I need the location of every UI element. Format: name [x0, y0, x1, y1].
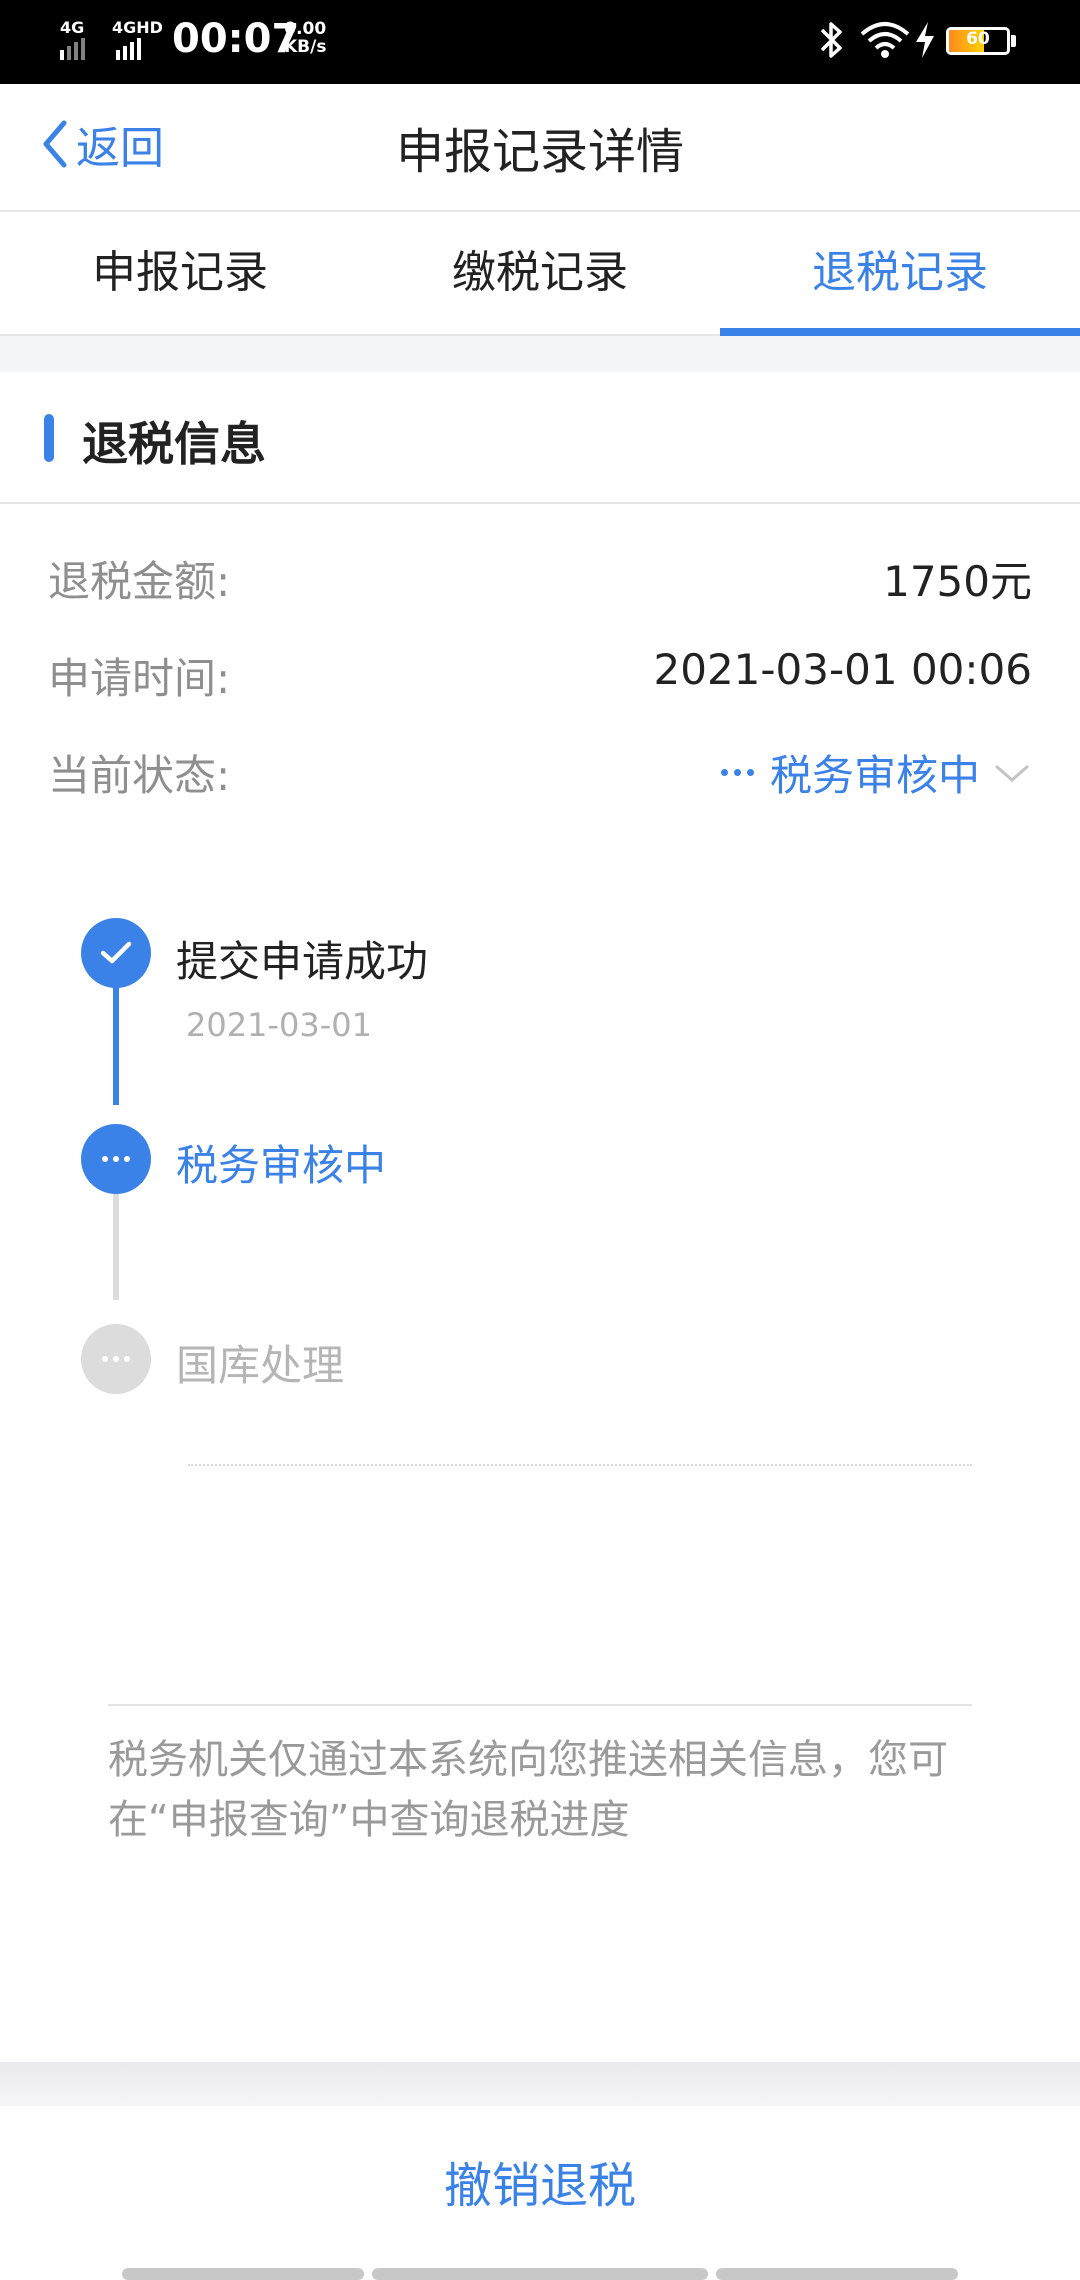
step-current-icon: [81, 1124, 151, 1194]
network-speed-unit: KB/s: [284, 37, 327, 57]
tab-tax-payment-records[interactable]: 缴税记录: [360, 212, 720, 334]
bottom-action-bar: 撤销退税: [0, 2106, 1080, 2280]
section-accent-bar: [44, 414, 54, 462]
step-1-date: 2021-03-01: [186, 1006, 372, 1044]
current-status-toggle[interactable]: 税务审核中: [720, 742, 1032, 803]
signal-bars-2-icon: [116, 38, 144, 60]
bottom-separator: [0, 2062, 1080, 2106]
battery-level: 60: [966, 29, 990, 49]
section-spacer: [0, 336, 1080, 372]
signal-label-1: 4G: [60, 18, 85, 37]
section-title: 退税信息: [82, 417, 266, 471]
refund-progress-timeline: 提交申请成功 2021-03-01 税务审核中 国库处理: [0, 900, 1080, 1460]
battery-cap: [1011, 35, 1016, 47]
chevron-down-icon: [995, 764, 1029, 782]
charging-icon: [916, 22, 934, 58]
status-bar: 4G 4GHD 00:07 0.00 KB/s 60: [0, 0, 1080, 84]
pending-dots-icon: [102, 1356, 130, 1362]
cancel-refund-button[interactable]: 撤销退税: [0, 2106, 1080, 2266]
step-done-icon: [81, 918, 151, 988]
current-status-label: 当前状态:: [48, 751, 231, 800]
wifi-icon: [860, 22, 910, 58]
section-header: 退税信息: [0, 372, 1080, 504]
step-3-title: 国库处理: [176, 1341, 345, 1390]
network-speed: 0.00 KB/s: [284, 20, 326, 56]
check-icon: [100, 941, 132, 964]
step-2-title: 税务审核中: [176, 1141, 387, 1190]
tab-bar: 申报记录 缴税记录 退税记录: [0, 212, 1080, 336]
page-title: 申报记录详情: [395, 124, 684, 180]
tab-declaration-records[interactable]: 申报记录: [0, 212, 360, 334]
nav-handle-right: [716, 2268, 958, 2280]
dotted-divider: [188, 1464, 972, 1466]
bluetooth-icon: [820, 22, 842, 58]
notice-divider: [108, 1704, 972, 1706]
refund-amount-value: 1750元: [883, 557, 1032, 606]
network-speed-value: 0.00: [284, 19, 327, 39]
clock: 00:07: [172, 16, 300, 62]
apply-time-value: 2021-03-01 00:06: [653, 645, 1032, 694]
header: 返回 申报记录详情: [0, 84, 1080, 212]
signal-bars-1-icon: [60, 38, 88, 60]
in-progress-dots-icon: [102, 1156, 130, 1162]
apply-time-row: 申请时间: 2021-03-01 00:06: [48, 645, 1032, 715]
tab-tax-refund-records[interactable]: 退税记录: [720, 212, 1080, 334]
nav-handle-center: [372, 2268, 708, 2280]
refund-amount-label: 退税金额:: [48, 557, 231, 606]
refund-amount-row: 退税金额: 1750元: [48, 548, 1032, 618]
nav-handle-left: [122, 2268, 364, 2280]
in-progress-dots-icon: [720, 769, 754, 776]
timeline-line-done: [113, 970, 119, 1105]
battery-icon: 60: [946, 27, 1010, 55]
apply-time-label: 申请时间:: [48, 654, 231, 703]
current-status-row[interactable]: 当前状态: 税务审核中: [48, 742, 1032, 812]
current-status-value: 税务审核中: [769, 751, 980, 800]
notice-text: 税务机关仅通过本系统向您推送相关信息，您可在“申报查询”中查询退税进度: [108, 1737, 948, 1843]
step-pending-icon: [81, 1324, 151, 1394]
active-tab-indicator: [720, 328, 1080, 336]
step-1-title: 提交申请成功: [176, 937, 429, 986]
signal-label-2: 4GHD: [112, 18, 163, 37]
